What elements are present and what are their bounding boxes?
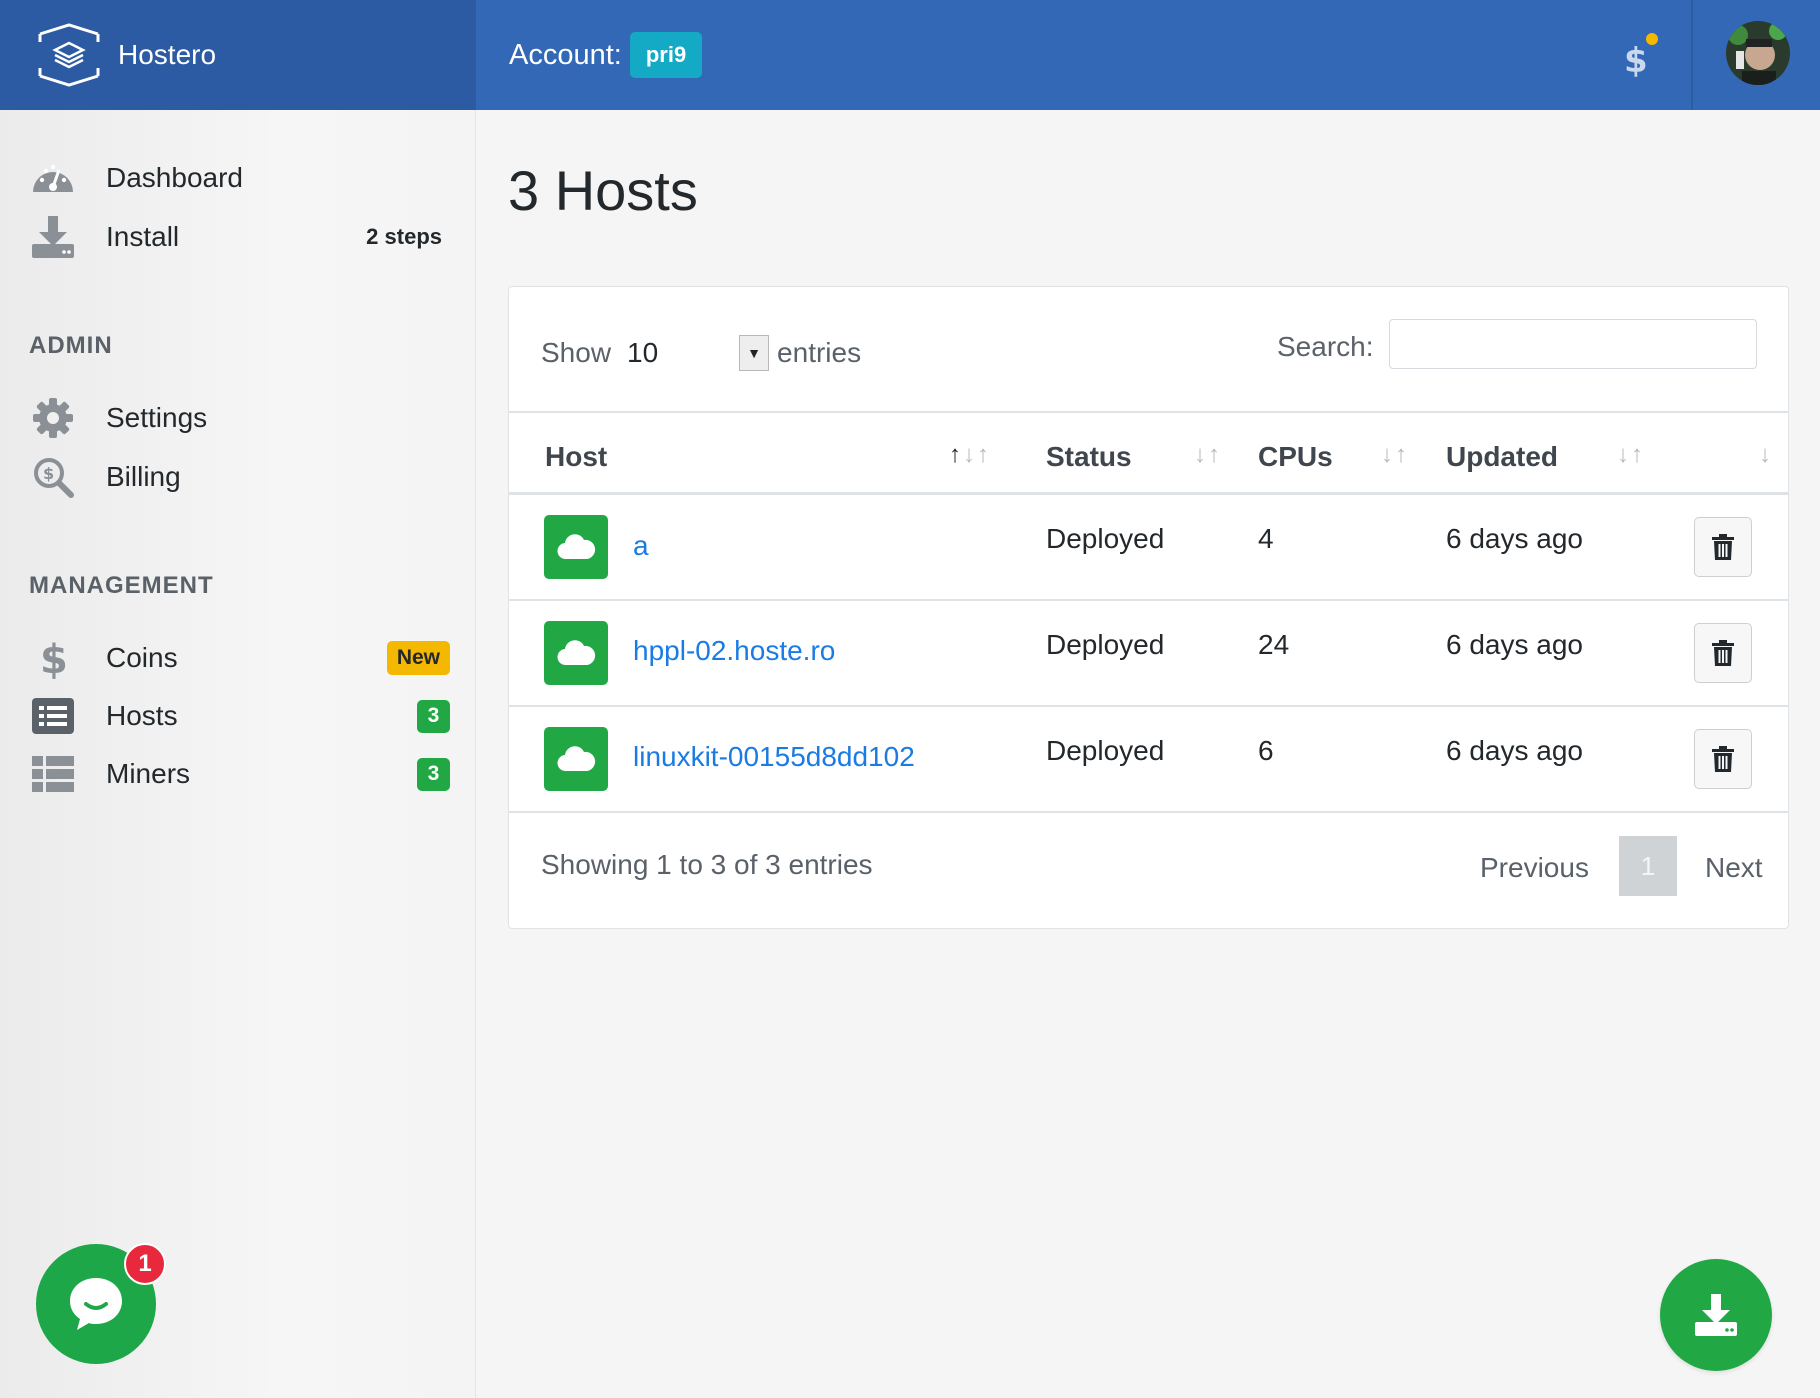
brand-bar: Hostero [0,0,476,110]
section-title-admin: ADMIN [29,332,113,359]
sidebar-item-settings[interactable]: Settings [0,390,476,446]
account-label: Account: [509,38,622,71]
delete-host-button[interactable] [1694,517,1752,577]
search-label: Search: [1277,331,1374,362]
page-title: 3 Hosts [508,159,698,222]
cloud-icon [544,727,608,791]
table-row: hppl-02.hoste.ro Deployed 24 6 days ago [509,601,1788,707]
status-cell: Deployed [1046,523,1165,554]
sidebar-item-install[interactable]: Install 2 steps [0,209,476,265]
cpus-cell: 6 [1258,735,1274,766]
sidebar-item-label: Miners [106,758,191,789]
topbar-divider [1691,0,1693,110]
billing-search-icon: $ [30,454,76,500]
table-row: a Deployed 4 6 days ago [509,495,1788,601]
sidebar-item-label: Settings [106,402,208,433]
host-link[interactable]: hppl-02.hoste.ro [633,635,835,667]
install-download-button[interactable] [1660,1259,1772,1371]
list-icon [30,693,76,739]
chat-bubble-icon [70,1278,122,1330]
cloud-icon [544,515,608,579]
pagination-previous[interactable]: Previous [1480,852,1589,884]
hosts-table-card: Show 10 ▼ entries Search: Host ↑↓↑ Statu… [508,286,1789,929]
delete-host-button[interactable] [1694,623,1752,683]
table-info: Showing 1 to 3 of 3 entries [541,849,873,880]
show-label: Show [541,337,612,368]
column-header-status[interactable]: Status [1046,441,1132,473]
table-header: Host ↑↓↑ Status ↓↑ CPUs ↓↑ Updated ↓↑ ↓ [509,411,1788,495]
account-badge[interactable]: pri9 [629,32,703,78]
column-header-host[interactable]: Host [545,441,607,473]
sidebar-item-hosts[interactable]: Hosts 3 [0,688,476,744]
svg-text:$: $ [43,464,54,483]
column-header-updated[interactable]: Updated [1446,441,1558,473]
sidebar-item-label: Billing [106,461,181,492]
hosts-count-badge: 3 [417,699,450,733]
table-row: linuxkit-00155d8dd102 Deployed 6 6 days … [509,707,1788,813]
download-icon [1695,1294,1737,1336]
miners-count-badge: 3 [417,757,450,791]
sidebar-item-label: Dashboard [106,162,243,193]
status-cell: Deployed [1046,735,1165,766]
sort-asc-active-icon[interactable]: ↑↓↑ [949,441,991,469]
sidebar-item-miners[interactable]: Miners 3 [0,746,476,802]
sidebar-item-label: Coins [106,642,178,673]
host-link[interactable]: linuxkit-00155d8dd102 [633,741,915,773]
download-icon [30,214,76,260]
user-avatar[interactable] [1726,21,1790,85]
cloud-icon [544,621,608,685]
billing-dollar-icon[interactable]: $ [1618,30,1662,80]
sidebar-item-label: Hosts [106,700,178,731]
chat-unread-badge: 1 [124,1243,166,1285]
cpus-cell: 24 [1258,629,1290,660]
gear-icon [30,395,76,441]
entries-label: entries [777,337,862,368]
install-steps-count: 2 steps [366,224,442,249]
sort-icon[interactable]: ↓↑ [1617,441,1645,469]
host-link[interactable]: a [633,530,649,562]
page-length-select[interactable]: 10 [627,337,739,369]
sidebar-item-label: Install [106,221,180,252]
section-title-management: MANAGEMENT [29,572,214,599]
sort-desc-icon[interactable]: ↓ [1759,441,1773,469]
select-dropdown-arrow-icon[interactable]: ▼ [739,335,770,371]
search-input[interactable] [1389,319,1757,369]
status-cell: Deployed [1046,629,1165,660]
sidebar: Dashboard Install 2 steps ADMIN Settings… [0,110,476,1398]
dollar-icon: $ [30,635,76,681]
cpus-cell: 4 [1258,523,1274,554]
trash-icon [1712,534,1734,560]
updated-cell: 6 days ago [1446,629,1583,660]
updated-cell: 6 days ago [1446,735,1583,766]
trash-icon [1712,746,1734,772]
sidebar-item-coins[interactable]: $ Coins New [0,630,476,686]
dashboard-icon [30,155,76,201]
page-length-control: Show 10 ▼ entries [541,335,861,371]
sort-icon[interactable]: ↓↑ [1194,441,1222,469]
app-name[interactable]: Hostero [118,39,216,71]
pagination-next[interactable]: Next [1705,852,1763,884]
hostero-logo-icon[interactable] [36,22,102,88]
sidebar-item-dashboard[interactable]: Dashboard [0,150,476,206]
pagination-page-1[interactable]: 1 [1619,836,1677,896]
delete-host-button[interactable] [1694,729,1752,789]
updated-cell: 6 days ago [1446,523,1583,554]
new-badge: New [386,641,450,675]
svg-text:$: $ [1624,41,1648,80]
trash-icon [1712,640,1734,666]
sort-icon[interactable]: ↓↑ [1381,441,1409,469]
top-bar: Account: pri9 $ [476,0,1820,110]
th-list-icon [30,751,76,797]
svg-text:$: $ [40,637,68,681]
column-header-cpus[interactable]: CPUs [1258,441,1333,473]
sidebar-item-billing[interactable]: $ Billing [0,449,476,505]
